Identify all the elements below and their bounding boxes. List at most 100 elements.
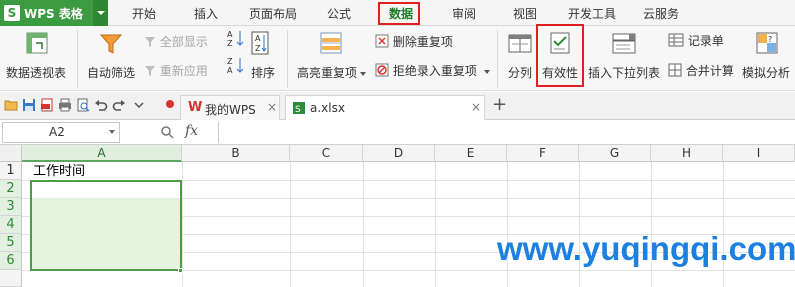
row-header-3[interactable]: 3 [0,198,22,216]
record-form-button[interactable]: 记录单 [668,32,724,49]
funnel-refresh-icon [145,66,155,76]
highlight-duplicates-icon [320,32,342,54]
ribbon-data: 数据透视表 自动筛选 全部显示 重新应用 A Z Z A A Z 排序 高亮重复… [0,24,795,91]
tab-insert[interactable]: 插入 [194,5,218,22]
tab-review[interactable]: 审阅 [452,5,476,22]
close-tab-icon[interactable]: × [267,100,277,114]
highlight-duplicates-button[interactable]: 高亮重复项 [294,26,368,86]
funnel-icon [99,34,123,54]
consolidate-button[interactable]: 合并计算 [668,62,734,79]
gridline [507,162,508,287]
row-header-4[interactable]: 4 [0,216,22,234]
watermark-text: www.yuqingqi.com [497,230,795,267]
name-box[interactable]: A2 [2,122,120,143]
gridline [435,162,436,287]
ribbon-separator [287,30,288,88]
row-header-5[interactable]: 5 [0,234,22,252]
tab-page-layout[interactable]: 页面布局 [249,5,297,22]
app-title: WPS 表格 [24,7,83,21]
export-pdf-icon[interactable] [40,98,54,112]
delete-duplicates-icon [375,34,389,48]
column-header-i[interactable]: I [723,145,795,162]
svg-text:Z: Z [227,39,233,47]
column-header-g[interactable]: G [579,145,651,162]
wps-logo-icon: S [4,5,20,21]
delete-duplicates-button[interactable]: 删除重复项 [375,33,453,50]
fill-handle[interactable] [178,268,183,273]
reject-duplicates-button[interactable]: 拒绝录入重复项 [375,62,490,79]
column-header-e[interactable]: E [435,145,507,162]
reject-duplicates-icon [375,63,389,77]
record-dot-icon [166,100,174,108]
active-cell-a2[interactable] [32,182,180,198]
tab-cloud-services[interactable]: 云服务 [643,5,679,22]
gridline [651,162,652,287]
row-header-1[interactable]: 1 [0,162,22,180]
show-all-button[interactable]: 全部显示 [144,33,208,50]
column-header-h[interactable]: H [651,145,723,162]
open-folder-icon[interactable] [4,98,18,112]
app-menu-button[interactable]: S WPS 表格 [0,0,108,26]
svg-text:S: S [295,105,301,115]
formula-input[interactable] [218,122,795,143]
wps-logo-icon: W [188,100,203,115]
print-preview-icon[interactable] [76,98,90,112]
ribbon-separator [497,30,498,88]
tab-view[interactable]: 视图 [513,5,537,22]
highlight-box-validity [536,24,584,87]
what-if-analysis-button[interactable]: ? 模拟分析 [741,26,795,86]
autofilter-button[interactable]: 自动筛选 [85,26,139,86]
column-header-b[interactable]: B [182,145,290,162]
name-box-dropdown-icon[interactable] [109,130,115,134]
tab-data[interactable]: 数据 [389,5,413,22]
consolidate-icon [668,63,682,77]
dropdown-list-icon [612,33,636,54]
reapply-button[interactable]: 重新应用 [144,62,208,79]
row-header-2[interactable]: 2 [0,180,22,198]
sort-descending-icon[interactable]: Z A [227,56,245,77]
sort-button[interactable]: A Z 排序 [247,26,283,86]
menu-bar: S WPS 表格 开始 插入 页面布局 公式 数据 审阅 视图 开发工具 云服务 [0,0,795,26]
sort-icon: A Z [251,31,269,55]
column-header-d[interactable]: D [363,145,435,162]
sort-ascending-icon[interactable]: A Z [227,29,245,50]
record-form-icon [668,33,684,47]
column-header-a[interactable]: A [22,145,182,162]
tab-formulas[interactable]: 公式 [327,5,351,22]
sort-za-icon: Z A [227,57,244,75]
excel-file-icon: S [293,102,305,115]
gridline [723,162,724,287]
svg-text:?: ? [768,35,772,44]
fx-function-icon[interactable]: fx [185,123,198,139]
undo-icon[interactable] [94,98,108,112]
doc-tab-a-xlsx[interactable]: S a.xlsx × [285,95,485,120]
what-if-analysis-icon: ? [756,32,778,54]
new-tab-button[interactable]: + [492,94,507,115]
redo-icon[interactable] [112,98,126,112]
column-header-c[interactable]: C [290,145,363,162]
split-column-icon [508,34,532,53]
funnel-small-icon [145,37,155,47]
doc-tab-my-wps[interactable]: W 我的WPS × [180,95,280,120]
gridline [363,162,364,287]
pivot-table-button[interactable]: 数据透视表 [4,26,70,86]
quick-access-dropdown-icon[interactable] [132,98,146,112]
zoom-search-icon[interactable] [160,125,174,139]
tab-developer[interactable]: 开发工具 [568,5,616,22]
split-column-button[interactable]: 分列 [504,26,536,86]
row-header-6[interactable]: 6 [0,252,22,270]
select-all-corner[interactable] [0,145,22,162]
column-header-f[interactable]: F [507,145,579,162]
insert-dropdown-list-button[interactable]: 插入下拉列表 [587,26,661,86]
app-dropdown-icon[interactable] [93,0,108,26]
svg-text:A: A [255,34,261,43]
gridline [579,162,580,287]
print-icon[interactable] [58,98,72,112]
svg-text:Z: Z [227,57,233,66]
close-tab-icon[interactable]: × [471,100,481,114]
save-icon[interactable] [22,98,36,112]
quick-access-bar: W 我的WPS × S a.xlsx × + [0,92,795,120]
cell-a1[interactable]: 工作时间 [33,163,85,181]
row-header-7[interactable] [0,270,22,287]
tab-home[interactable]: 开始 [132,5,156,22]
